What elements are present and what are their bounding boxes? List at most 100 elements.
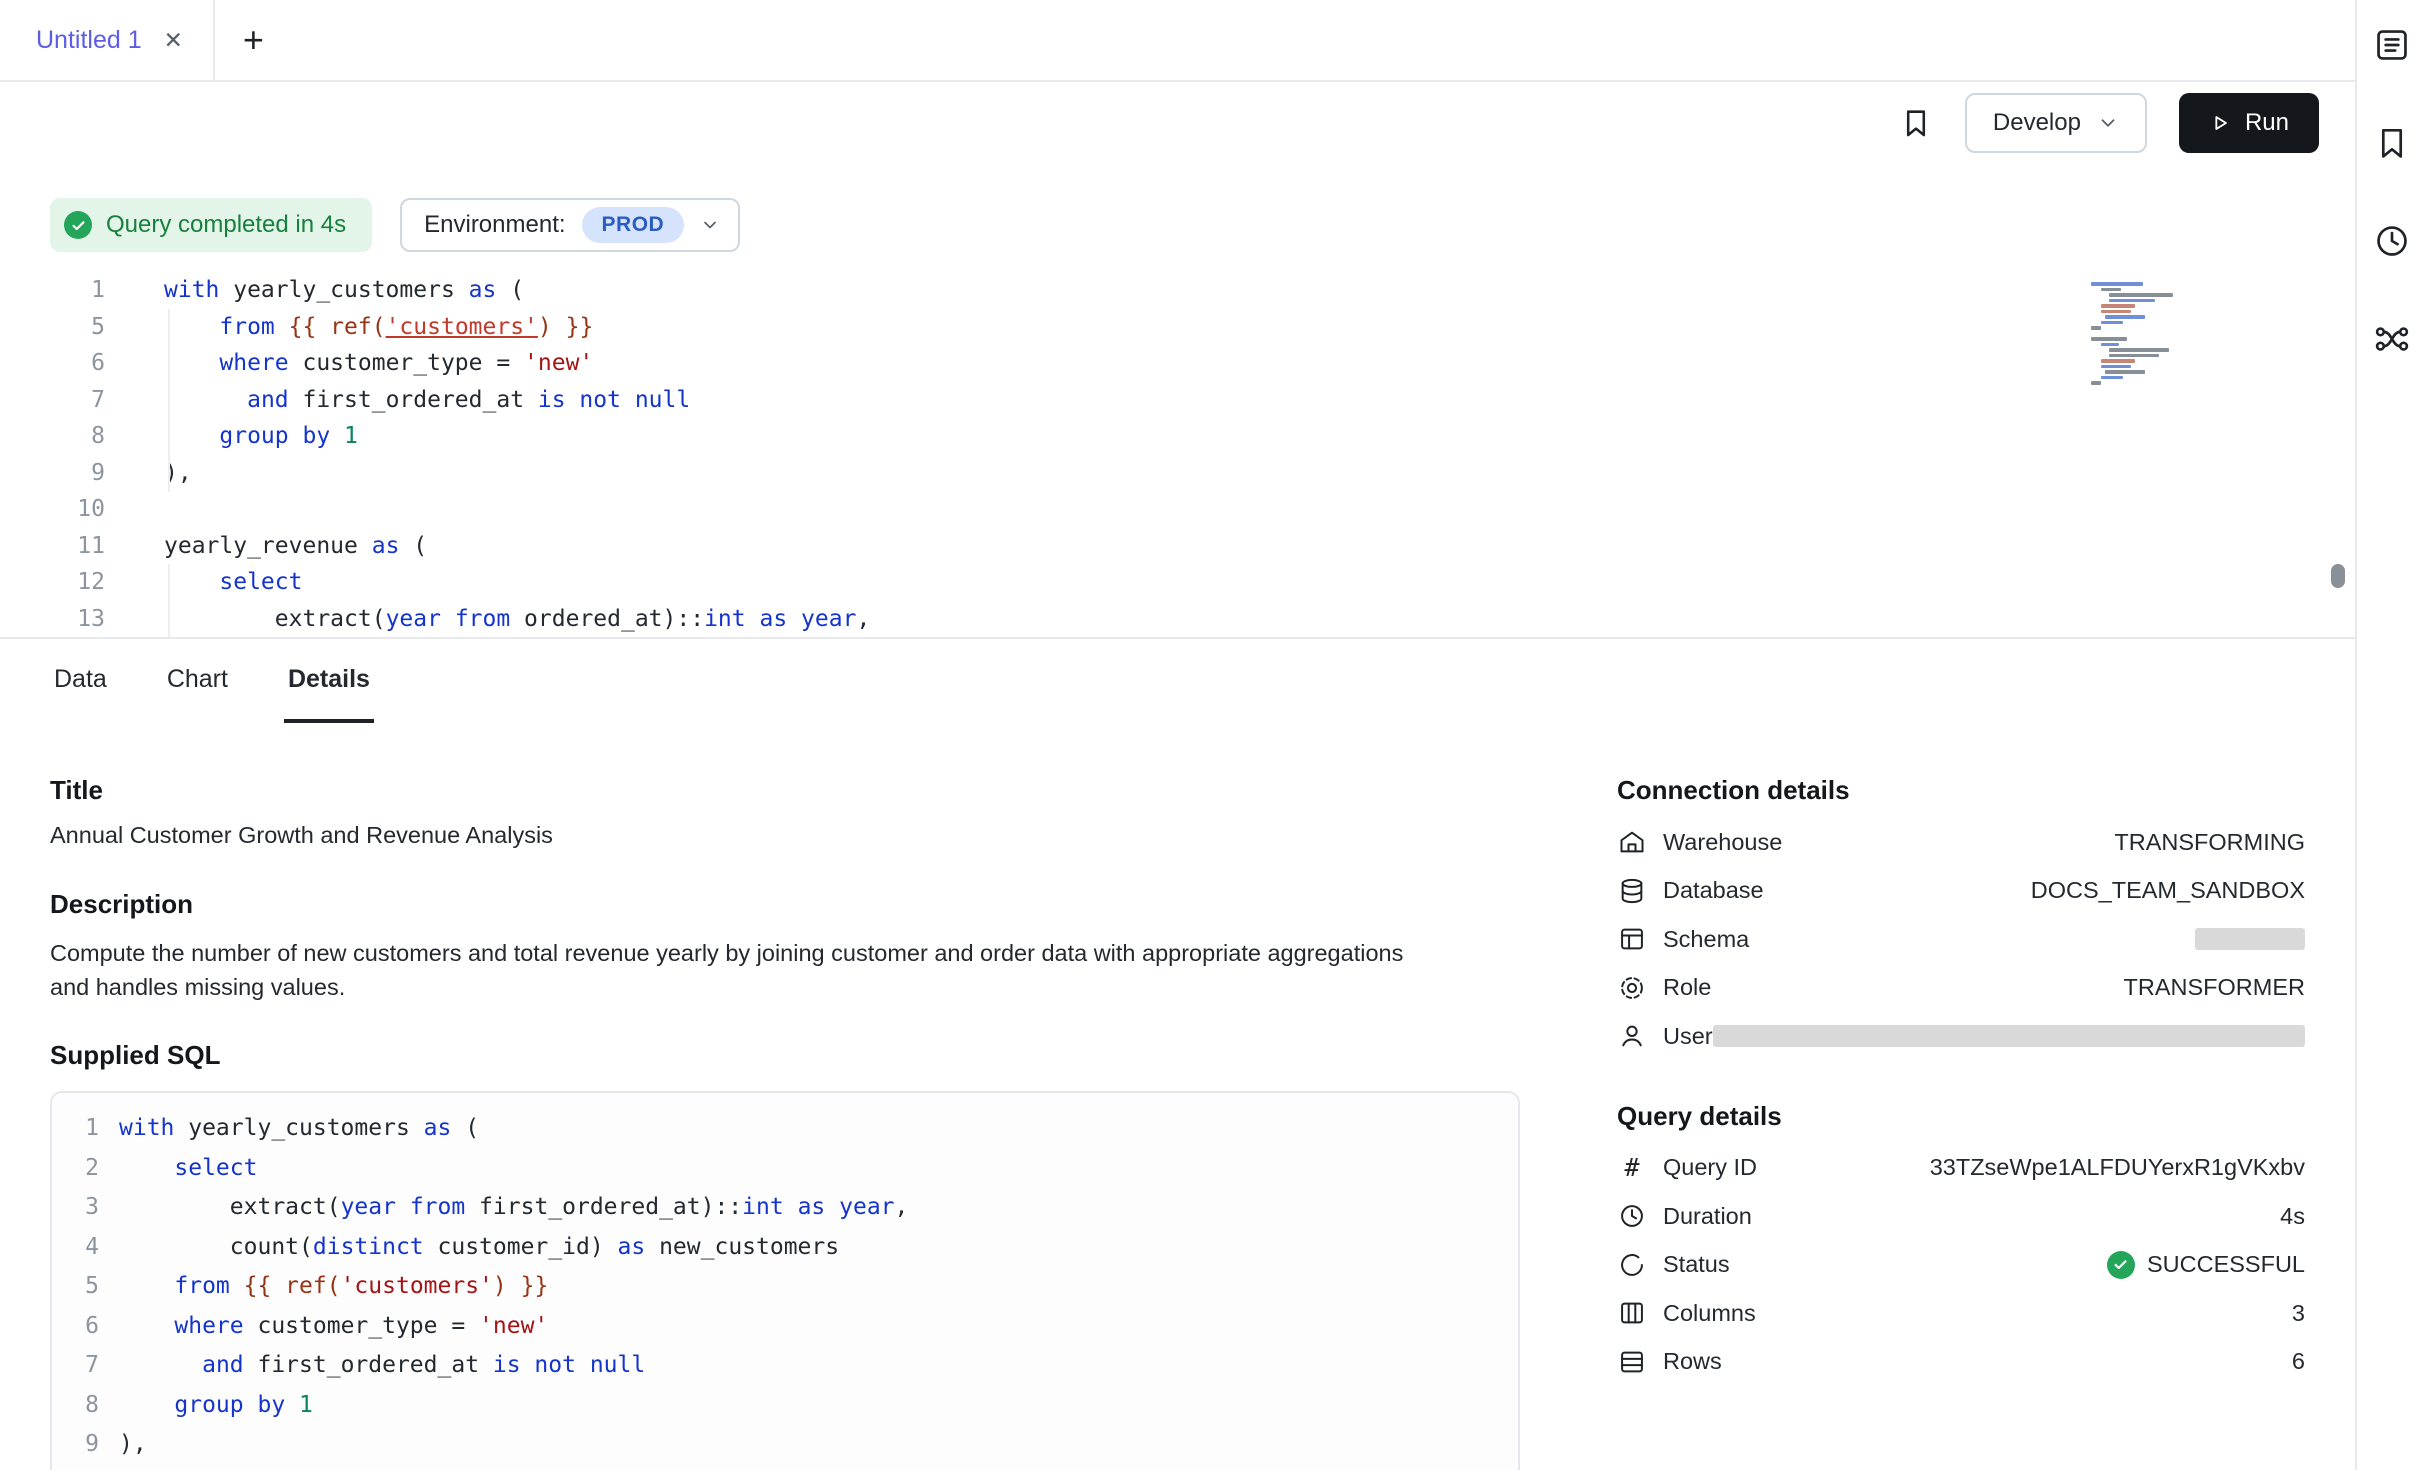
lineage-icon[interactable]	[2373, 320, 2411, 358]
results-panel-icon[interactable]	[2373, 26, 2411, 64]
line-number: 3	[52, 1188, 99, 1228]
status-value: SUCCESSFUL	[2107, 1251, 2305, 1279]
tab-bar: Untitled 1 ✕ +	[0, 0, 2355, 82]
role-icon	[1617, 973, 1647, 1003]
code-line[interactable]: 11yearly_revenue as (	[0, 528, 2355, 565]
line-number: 12	[0, 564, 105, 601]
toolbar: Develop Run	[0, 82, 2355, 164]
supplied-sql-lines: 1with yearly_customers as (2 select3 ext…	[52, 1109, 1518, 1470]
line-number: 10	[0, 491, 105, 528]
code-line[interactable]: 7 and first_ordered_at is not null	[0, 382, 2355, 419]
detail-row-duration: Duration 4s	[1617, 1192, 2305, 1241]
code-line[interactable]: 5 from {{ ref('customers') }}	[0, 309, 2355, 346]
detail-value: 6	[2292, 1348, 2305, 1375]
close-tab-icon[interactable]: ✕	[164, 29, 183, 52]
rows-icon	[1617, 1347, 1647, 1377]
status-icon	[1617, 1250, 1647, 1280]
columns-icon	[1617, 1298, 1647, 1328]
detail-row-warehouse: WarehouseTRANSFORMING	[1617, 818, 2305, 867]
chevron-down-icon	[2097, 112, 2119, 134]
line-number: 2	[52, 1149, 99, 1189]
query-status-text: Query completed in 4s	[106, 211, 346, 239]
indent-guide	[168, 309, 170, 492]
code-line[interactable]: 10	[0, 491, 2355, 528]
query-details-heading: Query details	[1617, 1101, 2305, 1132]
history-icon[interactable]	[2373, 222, 2411, 260]
bookmark-icon	[1899, 106, 1933, 140]
environment-label: Environment:	[424, 211, 565, 239]
code-line[interactable]: 9),	[0, 455, 2355, 492]
minimap[interactable]	[2091, 280, 2209, 387]
bookmark-icon[interactable]	[2373, 124, 2411, 162]
warehouse-icon	[1617, 827, 1647, 857]
line-number: 7	[0, 382, 105, 419]
line-number: 9	[52, 1425, 99, 1465]
code-line[interactable]: 1with yearly_customers as (	[0, 272, 2355, 309]
code-line[interactable]: 6 where customer_type = 'new'	[0, 345, 2355, 382]
detail-label: Query ID	[1663, 1154, 1757, 1181]
editor-scrollbar[interactable]	[2331, 564, 2345, 588]
details-panel: Title Annual Customer Growth and Revenue…	[0, 723, 2355, 1470]
title-heading: Title	[50, 775, 1520, 806]
database-icon	[1617, 876, 1647, 906]
line-number: 8	[0, 418, 105, 455]
results-tabs: Data Chart Details	[0, 639, 2355, 723]
detail-label: Duration	[1663, 1203, 1752, 1230]
environment-selector[interactable]: Environment: PROD	[400, 198, 740, 252]
code-text: with yearly_customers as (	[119, 1109, 479, 1149]
detail-value: 33TZseWpe1ALFDUYerxR1gVKxbv	[1930, 1154, 2305, 1181]
clock-icon	[1617, 1201, 1647, 1231]
detail-value: SUCCESSFUL	[2147, 1251, 2305, 1278]
detail-value: DOCS_TEAM_SANDBOX	[2031, 877, 2305, 904]
detail-label: Role	[1663, 974, 1711, 1001]
detail-value: 4s	[2280, 1203, 2305, 1230]
code-line[interactable]: 12 select	[0, 564, 2355, 601]
query-description: Compute the number of new customers and …	[50, 936, 1410, 1004]
code-line[interactable]: 8 group by 1	[0, 418, 2355, 455]
code-line: 1with yearly_customers as (	[52, 1109, 1518, 1149]
line-number: 13	[0, 601, 105, 638]
status-row: Query completed in 4s Environment: PROD	[50, 198, 2355, 252]
line-number: 9	[0, 455, 105, 492]
query-title: Annual Customer Growth and Revenue Analy…	[50, 822, 1520, 849]
details-right-column: Connection details WarehouseTRANSFORMING…	[1617, 775, 2305, 1470]
success-check-icon	[2107, 1251, 2135, 1279]
code-text: extract(year from first_ordered_at)::int…	[119, 1188, 908, 1228]
code-line[interactable]: 13 extract(year from ordered_at)::int as…	[0, 601, 2355, 638]
develop-dropdown[interactable]: Develop	[1965, 93, 2147, 153]
code-text: from {{ ref('customers') }}	[164, 309, 593, 346]
supplied-sql-block: 1with yearly_customers as (2 select3 ext…	[50, 1091, 1520, 1470]
detail-row-database: DatabaseDOCS_TEAM_SANDBOX	[1617, 867, 2305, 916]
user-icon	[1617, 1021, 1647, 1051]
code-text: group by 1	[164, 418, 358, 455]
description-heading: Description	[50, 889, 1520, 920]
code-text: and first_ordered_at is not null	[119, 1346, 645, 1386]
tab-details[interactable]: Details	[284, 639, 374, 723]
run-button[interactable]: Run	[2179, 93, 2319, 153]
detail-label: User	[1663, 1023, 1713, 1050]
code-text: group by 1	[119, 1386, 313, 1426]
code-line: 9),	[52, 1425, 1518, 1465]
detail-row-role: Role TRANSFORMER	[1617, 964, 2305, 1013]
tab-data[interactable]: Data	[50, 639, 111, 723]
line-number: 1	[0, 272, 105, 309]
detail-row-status: StatusSUCCESSFUL	[1617, 1241, 2305, 1290]
detail-value: TRANSFORMER	[2124, 974, 2305, 1001]
tab-untitled-1[interactable]: Untitled 1 ✕	[0, 0, 215, 80]
detail-label: Rows	[1663, 1348, 1722, 1375]
bookmark-button[interactable]	[1899, 106, 1933, 140]
code-text: where customer_type = 'new'	[164, 345, 593, 382]
new-tab-button[interactable]: +	[243, 22, 264, 58]
code-editor[interactable]: 1with yearly_customers as (5 from {{ ref…	[0, 272, 2355, 639]
line-number: 8	[52, 1386, 99, 1426]
code-text: and first_ordered_at is not null	[164, 382, 690, 419]
query-status-pill: Query completed in 4s	[50, 198, 372, 252]
tab-chart[interactable]: Chart	[163, 639, 232, 723]
detail-label: Columns	[1663, 1300, 1756, 1327]
check-circle-icon	[64, 211, 92, 239]
code-text: extract(year from ordered_at)::int as ye…	[164, 601, 870, 638]
app: Untitled 1 ✕ + Develop Run	[0, 0, 2426, 1470]
code-line: 7 and first_ordered_at is not null	[52, 1346, 1518, 1386]
code-text: where customer_type = 'new'	[119, 1307, 548, 1347]
code-line: 2 select	[52, 1149, 1518, 1189]
